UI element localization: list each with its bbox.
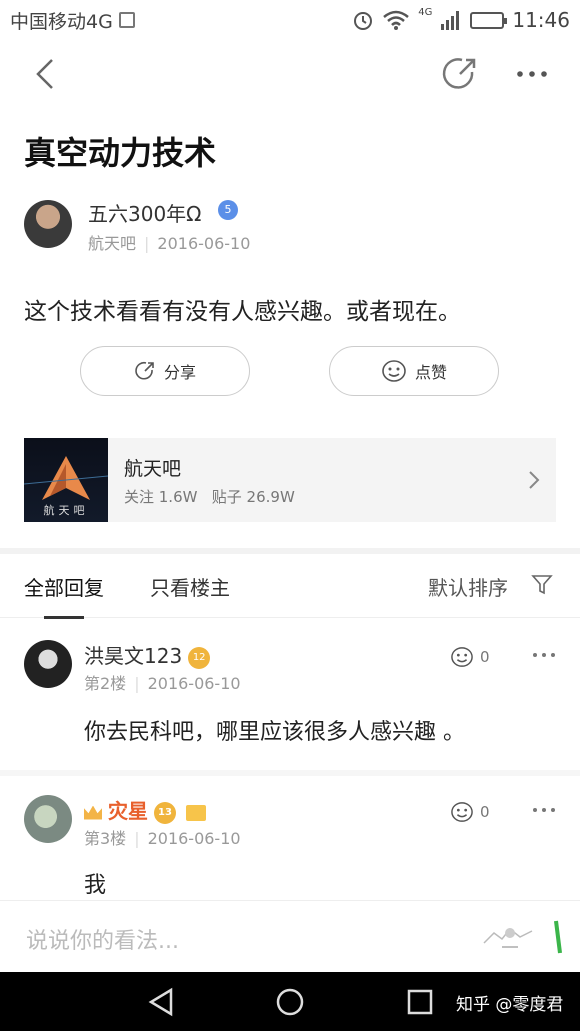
forum-name: 航天吧 bbox=[124, 458, 182, 480]
reply-avatar[interactable] bbox=[24, 640, 72, 688]
reply-meta: 第2楼 | 2016-06-10 bbox=[84, 674, 241, 693]
status-right: 4G 11:46 bbox=[352, 6, 570, 32]
forum-stats: 关注 1.6W 贴子 26.9W bbox=[124, 486, 295, 507]
nav-recents-icon[interactable] bbox=[404, 986, 436, 1018]
reply-level-badge: 12 bbox=[188, 646, 211, 669]
carrier-label: 中国移动4G bbox=[10, 10, 113, 33]
top-nav bbox=[0, 40, 580, 108]
reply-level-badge: 13 bbox=[154, 801, 176, 824]
reply-author-row[interactable]: 灾星 13 bbox=[84, 795, 206, 824]
post-author[interactable]: 五六300年Ω 5 航天吧 | 2016-06-10 bbox=[24, 198, 564, 254]
system-nav-bar: 知乎 @零度君 bbox=[0, 972, 580, 1031]
thumbs-up-icon bbox=[451, 647, 473, 667]
more-icon[interactable] bbox=[512, 58, 552, 90]
nav-back-icon[interactable] bbox=[145, 986, 177, 1018]
author-avatar[interactable] bbox=[24, 200, 72, 248]
share-icon[interactable] bbox=[440, 54, 480, 94]
comment-input[interactable]: 说说你的看法... bbox=[26, 923, 179, 955]
comment-bar: 说说你的看法... bbox=[0, 900, 580, 972]
sort-dropdown[interactable]: 默认排序 bbox=[428, 572, 508, 601]
reply-date: 2016-06-10 bbox=[147, 674, 241, 693]
back-icon[interactable] bbox=[28, 54, 68, 94]
reply-like-count: 0 bbox=[480, 648, 490, 666]
member-badge-icon bbox=[186, 804, 206, 821]
thumbs-up-icon bbox=[451, 802, 473, 822]
thumbs-up-icon bbox=[382, 360, 406, 382]
reply-like-button[interactable]: 0 bbox=[450, 646, 490, 668]
forum-logo: 航天吧 bbox=[24, 438, 108, 522]
reply-avatar[interactable] bbox=[24, 795, 72, 843]
author-forum: 航天吧 bbox=[88, 234, 137, 253]
network-type-label: 4G bbox=[418, 6, 433, 18]
forum-followers: 关注 1.6W bbox=[124, 488, 198, 506]
reply-author-name[interactable]: 灾星 bbox=[108, 799, 148, 823]
filter-icon[interactable] bbox=[530, 572, 554, 596]
share-button[interactable]: 分享 bbox=[80, 346, 250, 396]
sticker-icon[interactable] bbox=[480, 919, 540, 955]
clock: 11:46 bbox=[512, 8, 570, 32]
post-date: 2016-06-10 bbox=[157, 234, 251, 253]
reply-text: 我 bbox=[84, 873, 107, 898]
wifi-icon bbox=[383, 10, 410, 30]
signal-icon bbox=[441, 11, 460, 30]
post-content: 这个技术看看有没有人感兴趣。或者现在。 bbox=[24, 299, 461, 325]
reply-floor: 第3楼 bbox=[84, 829, 127, 848]
reply-tabs: 全部回复 只看楼主 默认排序 bbox=[0, 556, 580, 619]
reply-divider bbox=[0, 770, 580, 776]
section-divider bbox=[0, 548, 580, 554]
post-detail-screen: 中国移动4G 4G 11:46 真空动力技术 五六300年Ω 5 航天吧 | 2… bbox=[0, 0, 580, 1031]
crown-icon bbox=[84, 805, 102, 820]
like-label: 点赞 bbox=[414, 363, 447, 382]
share-label: 分享 bbox=[163, 363, 196, 382]
nav-home-icon[interactable] bbox=[274, 986, 306, 1018]
author-level-badge: 5 bbox=[218, 200, 238, 220]
reply-date: 2016-06-10 bbox=[147, 829, 241, 848]
tab-owner-only[interactable]: 只看楼主 bbox=[150, 572, 230, 601]
reply-like-count: 0 bbox=[480, 803, 490, 821]
share-icon bbox=[135, 361, 154, 380]
pen-icon[interactable] bbox=[548, 917, 568, 957]
reply-floor: 第2楼 bbox=[84, 674, 127, 693]
carrier-group: 中国移动4G bbox=[10, 7, 135, 34]
author-name-row[interactable]: 五六300年Ω 5 bbox=[88, 198, 238, 227]
reply-author-name[interactable]: 洪昊文123 bbox=[84, 644, 182, 668]
alarm-icon bbox=[354, 12, 373, 30]
forum-card[interactable]: 航天吧 航天吧 关注 1.6W 贴子 26.9W bbox=[24, 438, 556, 522]
more-icon[interactable] bbox=[532, 805, 556, 815]
like-button[interactable]: 点赞 bbox=[329, 346, 499, 396]
reply-meta: 第3楼 | 2016-06-10 bbox=[84, 829, 241, 848]
forum-posts: 贴子 26.9W bbox=[211, 488, 295, 506]
status-bar: 中国移动4G 4G 11:46 bbox=[0, 0, 580, 40]
more-icon[interactable] bbox=[532, 650, 556, 660]
author-meta: 航天吧 | 2016-06-10 bbox=[88, 234, 251, 253]
author-name[interactable]: 五六300年Ω bbox=[88, 202, 201, 226]
reply-text: 你去民科吧，哪里应该很多人感兴趣 。 bbox=[84, 720, 465, 745]
forum-logo-text: 航天吧 bbox=[43, 504, 89, 517]
reply-author-row[interactable]: 洪昊文123 12 bbox=[84, 640, 211, 669]
watermark: 知乎 @零度君 bbox=[456, 995, 564, 1015]
reply-like-button[interactable]: 0 bbox=[450, 801, 490, 823]
post-title: 真空动力技术 bbox=[24, 134, 217, 172]
battery-icon bbox=[470, 11, 508, 29]
chevron-right-icon bbox=[529, 471, 540, 489]
image-notification-icon bbox=[118, 12, 135, 28]
tab-all-replies[interactable]: 全部回复 bbox=[24, 572, 104, 619]
